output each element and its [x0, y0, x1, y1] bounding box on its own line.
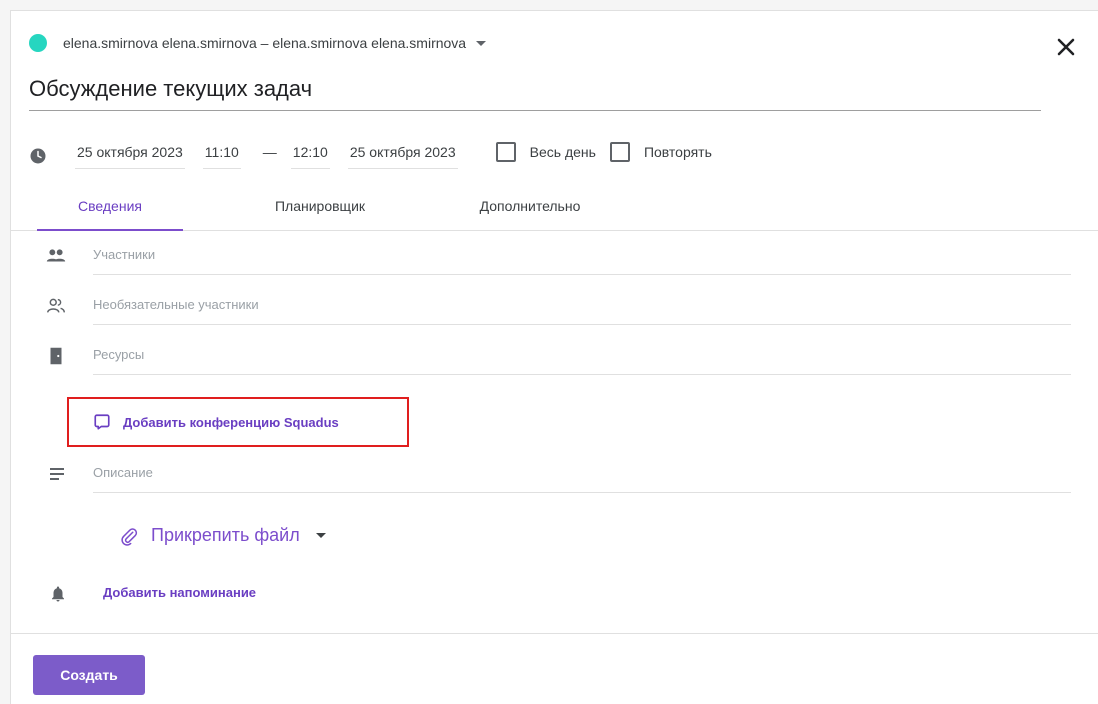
- account-selector[interactable]: elena.smirnova elena.smirnova – elena.sm…: [29, 33, 487, 53]
- status-dot-icon: [29, 34, 47, 52]
- attach-file-label: Прикрепить файл: [151, 525, 300, 545]
- notes-icon: [50, 468, 64, 480]
- repeat-label: Повторять: [643, 144, 712, 160]
- clock-icon: [30, 148, 46, 164]
- participants-input[interactable]: Участники: [93, 247, 1071, 275]
- caret-down-icon[interactable]: [315, 533, 326, 538]
- tab-additional[interactable]: Дополнительно: [441, 193, 619, 231]
- close-icon: [1057, 38, 1075, 56]
- paperclip-icon: [121, 527, 138, 546]
- tab-bar: Сведения Планировщик Дополнительно: [11, 187, 1098, 231]
- attach-file-button[interactable]: Прикрепить файл: [119, 525, 326, 546]
- create-button[interactable]: Создать: [33, 655, 145, 695]
- tab-scheduler[interactable]: Планировщик: [235, 193, 405, 231]
- optional-participants-input[interactable]: Необязательные участники: [93, 297, 1071, 325]
- people-outline-icon: [47, 298, 65, 313]
- all-day-label: Весь день: [529, 144, 596, 160]
- repeat-checkbox[interactable]: Повторять: [609, 142, 712, 170]
- chat-bubble-icon: [94, 414, 110, 430]
- start-date-field[interactable]: 25 октября 2023: [75, 144, 185, 169]
- footer-divider: [11, 633, 1098, 634]
- event-dialog: elena.smirnova elena.smirnova – elena.sm…: [10, 10, 1098, 704]
- event-title-field[interactable]: Обсуждение текущих задач: [29, 71, 1041, 111]
- repeat-checkbox-box[interactable]: [609, 142, 630, 162]
- end-time-field[interactable]: 12:10: [290, 144, 330, 169]
- add-conference-button[interactable]: Добавить конференцию Squadus: [93, 413, 339, 431]
- highlight-box: Добавить конференцию Squadus: [67, 397, 409, 447]
- people-icon: [46, 249, 66, 262]
- close-button[interactable]: [1054, 35, 1078, 59]
- start-time-field[interactable]: 11:10: [202, 144, 241, 169]
- datetime-row: 25 октября 2023 11:10 — 12:10 25 октября…: [29, 139, 716, 173]
- door-icon: [50, 347, 62, 365]
- add-conference-label: Добавить конференцию Squadus: [123, 414, 339, 430]
- time-separator: —: [262, 144, 277, 160]
- bell-icon: [52, 586, 64, 602]
- all-day-checkbox[interactable]: Весь день: [495, 142, 596, 170]
- event-title: Обсуждение текущих задач: [29, 76, 313, 101]
- all-day-checkbox-box[interactable]: [495, 142, 516, 162]
- caret-down-icon[interactable]: [476, 40, 487, 46]
- add-reminder-link[interactable]: Добавить напоминание: [103, 585, 256, 600]
- tab-details[interactable]: Сведения: [37, 193, 183, 231]
- resources-input[interactable]: Ресурсы: [93, 347, 1071, 375]
- account-name: elena.smirnova elena.smirnova – elena.sm…: [63, 35, 467, 51]
- description-input[interactable]: Описание: [93, 465, 1071, 493]
- end-date-field[interactable]: 25 октября 2023: [347, 144, 458, 169]
